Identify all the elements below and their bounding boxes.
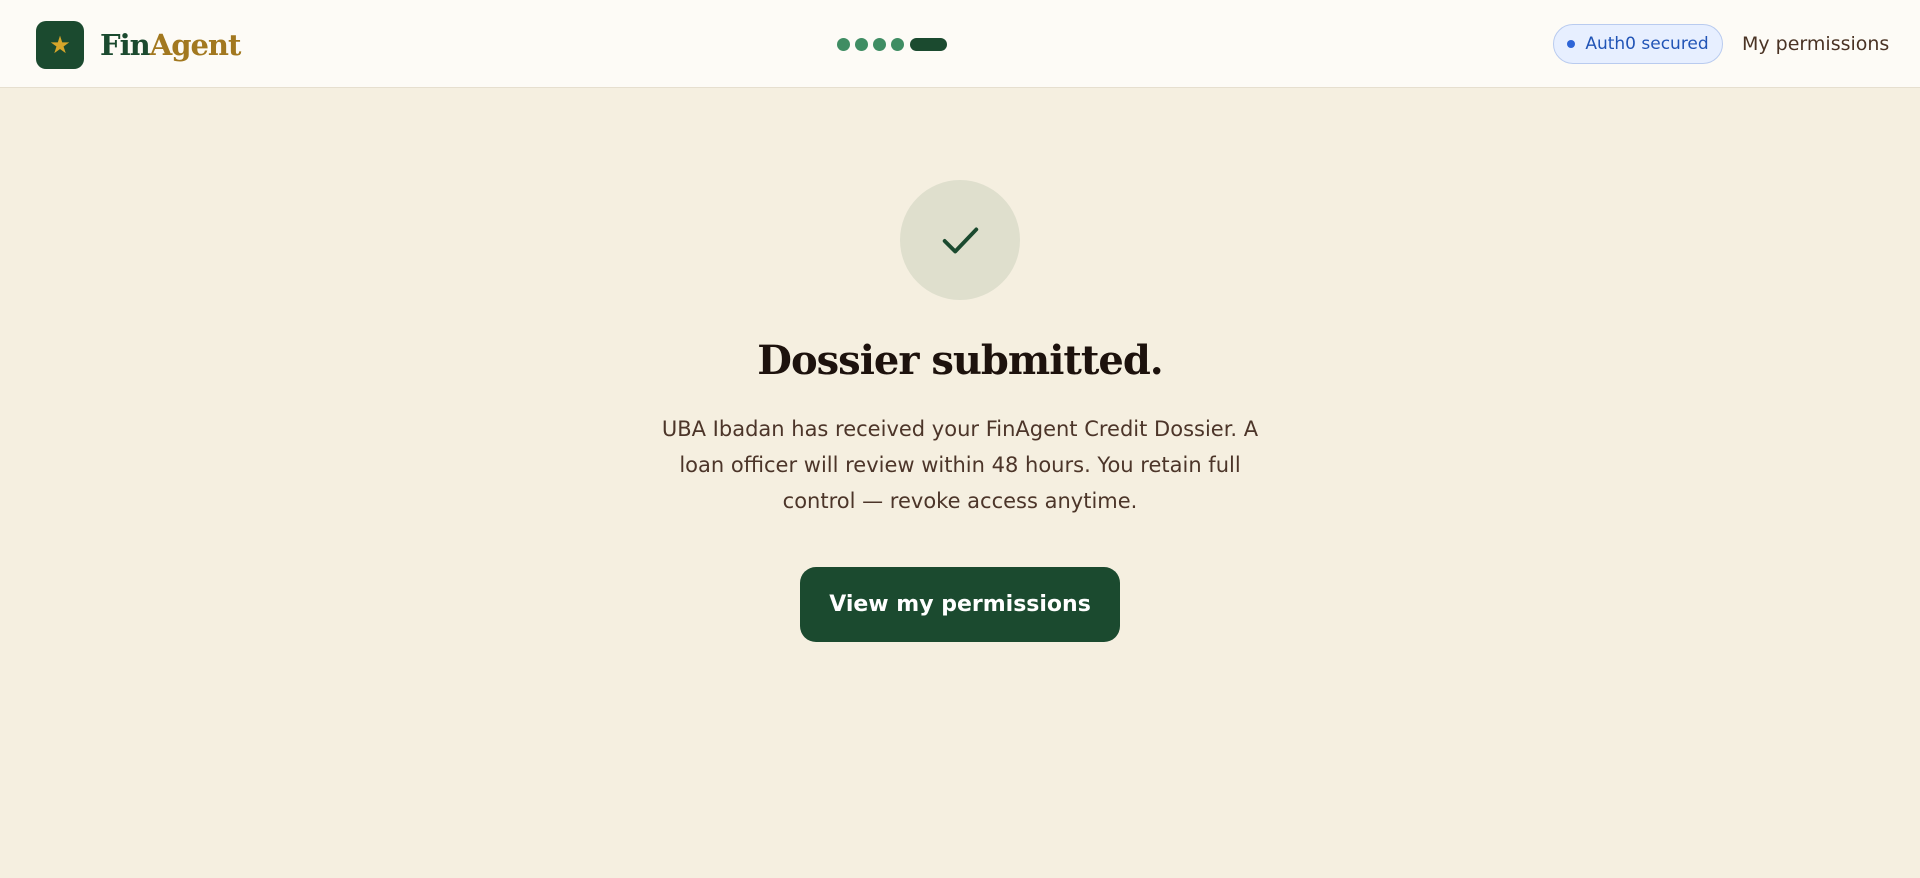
security-status-dot	[1567, 40, 1576, 48]
view-my-permissions-button[interactable]: View my permissions	[800, 567, 1120, 642]
progress-step-1	[837, 38, 850, 51]
auth0-secured-badge: Auth0 secured	[1553, 24, 1723, 64]
brand-name-primary: Fin	[100, 27, 151, 62]
progress-step-3	[873, 38, 886, 51]
submission-message: UBA Ibadan has received your FinAgent Cr…	[661, 417, 1259, 513]
my-permissions-link[interactable]: My permissions	[1742, 31, 1889, 57]
progress-step-2	[855, 38, 868, 51]
brand-name-accent: Agent	[149, 27, 242, 62]
success-status	[900, 180, 1020, 300]
top-navigation: ★ FinAgent Auth0 secured My permissions	[0, 0, 1920, 88]
brand-name: FinAgent	[100, 27, 242, 62]
progress-step-current	[910, 38, 947, 51]
progress-step-4	[891, 38, 904, 51]
finagent-brand: ★ FinAgent	[36, 21, 242, 69]
step-progress-indicator	[837, 38, 947, 51]
star-icon: ★	[36, 21, 84, 69]
auth0-secured-label: Auth0 secured	[1585, 34, 1709, 54]
page-title: Dossier submitted.	[757, 337, 1163, 384]
check-icon	[942, 227, 979, 254]
